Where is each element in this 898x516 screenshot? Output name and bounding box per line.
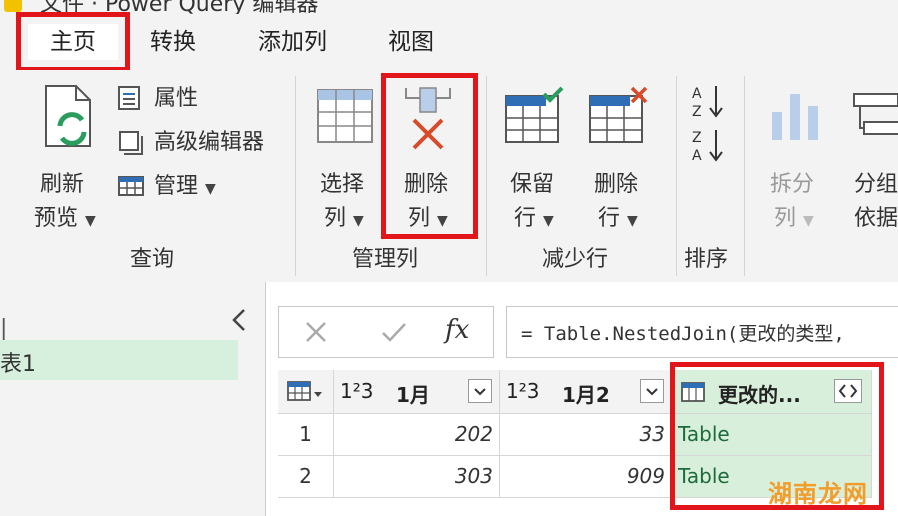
row-number[interactable]: 2 — [278, 456, 334, 498]
queries-pane-edge: | — [0, 316, 8, 341]
column-filter-button[interactable] — [468, 379, 492, 403]
refresh-preview-button[interactable]: 刷新 预览 ▼ — [30, 82, 108, 242]
table-menu-button[interactable] — [278, 370, 334, 414]
tab-view[interactable]: 视图 — [388, 24, 434, 60]
number-type-icon: 1²3 — [340, 379, 374, 403]
choose-columns-label-1: 选择 — [320, 172, 365, 197]
properties-icon — [118, 86, 140, 110]
split-column-label-1: 拆分 — [770, 172, 815, 197]
query-group-label: 查询 — [130, 247, 175, 272]
properties-label: 属性 — [154, 86, 199, 111]
column-filter-button[interactable] — [640, 379, 664, 403]
table-cell[interactable]: 909 — [500, 456, 672, 498]
commit-formula-button[interactable] — [379, 319, 409, 347]
sort-group-label: 排序 — [684, 247, 729, 272]
chevron-down-icon: ▼ — [543, 213, 554, 229]
advanced-editor-button[interactable]: 高级编辑器 — [116, 128, 286, 158]
title-bar: 文件 · Power Query 编辑器 — [0, 0, 898, 17]
insert-function-button[interactable]: fx — [445, 315, 479, 349]
svg-text:A: A — [692, 148, 702, 164]
formula-bar-buttons: fx — [278, 306, 494, 358]
home-tab-highlight — [16, 12, 130, 72]
chevron-down-icon — [474, 388, 486, 396]
group-by-button[interactable]: 分组 依据 — [848, 84, 898, 244]
chevron-down-icon: ▼ — [205, 181, 216, 197]
column-header-1月[interactable]: 1²3 1月 — [334, 370, 500, 414]
query-item-label: 表1 — [0, 352, 36, 377]
check-icon — [382, 323, 406, 342]
chevron-down-icon: ▼ — [353, 213, 364, 229]
app-icon — [4, 0, 22, 12]
keep-rows-icon — [505, 86, 564, 143]
column-name: 1月2 — [562, 383, 610, 407]
manage-label: 管理 — [154, 174, 199, 199]
split-column-icon — [772, 94, 818, 140]
group-by-label-1: 分组 — [854, 172, 898, 197]
column-header-1月2[interactable]: 1²3 1月2 — [500, 370, 672, 414]
remove-rows-icon — [589, 86, 648, 143]
manage-button[interactable]: 管理 ▼ — [116, 172, 236, 202]
table-cell[interactable]: 202 — [334, 414, 500, 456]
tab-transform[interactable]: 转换 — [150, 24, 196, 60]
chevron-down-icon: ▼ — [803, 213, 814, 229]
choose-columns-button[interactable]: 选择 列 ▼ — [314, 84, 378, 244]
manage-table-icon — [118, 176, 144, 196]
chevron-down-icon: ▼ — [627, 213, 638, 229]
group-by-label-2: 依据 — [854, 206, 898, 231]
group-divider — [295, 76, 296, 276]
sort-ascending-button[interactable]: A Z — [690, 82, 726, 122]
table-cell[interactable]: 33 — [500, 414, 672, 456]
choose-columns-label-2: 列 — [324, 206, 347, 231]
reduce-rows-group-label: 减少行 — [542, 247, 609, 272]
chevron-down-icon — [646, 388, 658, 396]
remove-rows-label-1: 删除 — [594, 172, 639, 197]
queries-pane: | 表1 — [0, 282, 266, 516]
formula-text: = Table.NestedJoin(更改的类型, — [521, 323, 845, 345]
query-item-selected[interactable]: 表1 — [0, 340, 238, 380]
row-number[interactable]: 1 — [278, 414, 334, 456]
manage-columns-group-label: 管理列 — [352, 247, 419, 272]
group-by-icon — [853, 93, 898, 135]
collapse-queries-button[interactable] — [228, 306, 252, 334]
sort-descending-button[interactable]: Z A — [690, 126, 726, 166]
chevron-left-icon — [232, 309, 245, 331]
keep-rows-label-1: 保留 — [510, 172, 555, 197]
svg-text:A: A — [692, 86, 702, 102]
watermark: 湖南龙网 — [768, 480, 868, 508]
ribbon-tabs: 主页 转换 添加列 视图 — [0, 14, 898, 70]
choose-columns-icon — [317, 89, 373, 143]
tab-add-column[interactable]: 添加列 — [258, 24, 327, 60]
close-icon — [306, 322, 326, 342]
split-column-label-2: 列 — [774, 206, 797, 231]
advanced-editor-label: 高级编辑器 — [154, 130, 265, 155]
group-divider — [486, 76, 487, 276]
svg-text:Z: Z — [692, 130, 702, 146]
svg-text:Z: Z — [692, 104, 702, 120]
properties-button[interactable]: 属性 — [116, 84, 216, 114]
cancel-formula-button[interactable] — [301, 319, 331, 347]
sort-ascending-icon: A Z — [692, 86, 723, 120]
advanced-editor-icon — [119, 131, 143, 155]
table-icon — [287, 381, 322, 401]
sort-descending-icon: Z A — [692, 130, 723, 164]
keep-rows-button[interactable]: 保留 行 ▼ — [504, 84, 570, 244]
table-cell[interactable]: 303 — [334, 456, 500, 498]
refresh-icon — [45, 85, 91, 147]
remove-rows-label-2: 行 — [598, 206, 621, 231]
refresh-preview-label-1: 刷新 — [40, 172, 85, 197]
split-column-button[interactable]: 拆分 列 ▼ — [764, 84, 828, 244]
formula-input[interactable]: = Table.NestedJoin(更改的类型, — [506, 306, 898, 358]
refresh-preview-label-2: 预览 — [34, 206, 79, 231]
chevron-down-icon: ▼ — [85, 213, 96, 229]
number-type-icon: 1²3 — [506, 379, 540, 403]
remove-rows-button[interactable]: 删除 行 ▼ — [588, 84, 654, 244]
group-divider — [676, 76, 677, 276]
group-divider — [744, 76, 745, 276]
keep-rows-label-2: 行 — [514, 206, 537, 231]
column-name: 1月 — [396, 383, 430, 407]
remove-columns-highlight — [381, 73, 478, 239]
